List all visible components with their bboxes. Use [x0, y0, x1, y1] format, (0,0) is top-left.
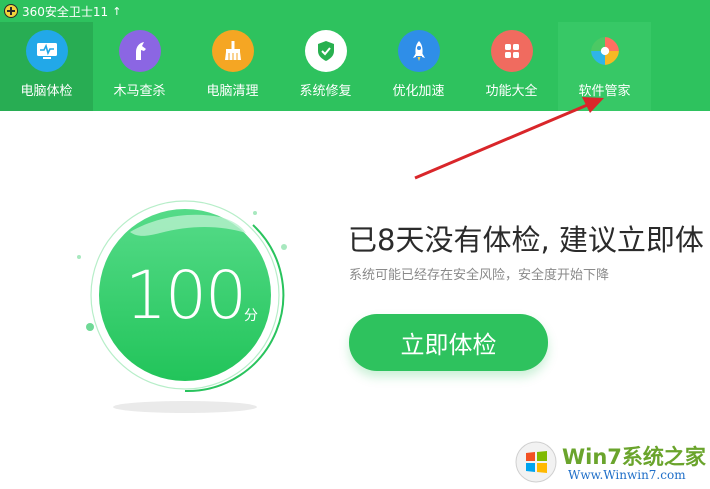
tab-trojan-scan[interactable]: 木马查杀 — [93, 22, 186, 111]
check-now-button[interactable]: 立即体检 — [349, 314, 548, 371]
tab-label: 软件管家 — [578, 84, 631, 99]
app-window: 360安全卫士11 ↑ 电脑体检 木马查杀 电脑清理 系统修复 优化加速 功能大… — [0, 0, 710, 489]
tab-pc-cleanup[interactable]: 电脑清理 — [186, 22, 279, 111]
tab-pc-checkup[interactable]: 电脑体检 — [0, 22, 93, 111]
app-title: 360安全卫士11 — [22, 4, 109, 19]
monitor-icon — [25, 30, 68, 72]
score-gauge: 100 分 — [70, 195, 300, 425]
score-unit: 分 — [244, 308, 258, 324]
tab-label: 木马查杀 — [113, 84, 166, 99]
shield-icon — [304, 30, 347, 72]
tab-label: 优化加速 — [392, 84, 445, 99]
checkup-headline: 已8天没有体检, 建议立即体 — [348, 223, 704, 257]
rocket-icon — [397, 30, 440, 72]
grid-icon — [490, 30, 533, 72]
risk-subtext: 系统可能已经存在安全风险，安全度开始下降 — [349, 268, 610, 283]
watermark: Win7系统之家 Www.Winwin7.com — [512, 437, 710, 489]
flower-icon — [584, 30, 626, 72]
tab-system-repair[interactable]: 系统修复 — [279, 22, 372, 111]
score-value: 100 — [125, 257, 247, 334]
upgrade-arrow-icon[interactable]: ↑ — [112, 6, 121, 17]
title-bar: 360安全卫士11 ↑ — [0, 0, 710, 22]
tab-software-manager[interactable]: 软件管家 — [558, 22, 651, 111]
360-logo-icon — [4, 4, 18, 18]
tab-label: 电脑体检 — [20, 84, 73, 99]
header-bar: 360安全卫士11 ↑ 电脑体检 木马查杀 电脑清理 系统修复 优化加速 功能大… — [0, 0, 710, 111]
tab-label: 电脑清理 — [206, 84, 259, 99]
tab-optimize-speedup[interactable]: 优化加速 — [372, 22, 465, 111]
watermark-title: Win7系统之家 — [562, 445, 706, 469]
broom-icon — [211, 30, 254, 72]
tab-label: 功能大全 — [485, 84, 538, 99]
windows-logo-icon — [515, 441, 557, 483]
horse-icon — [118, 30, 161, 72]
tab-feature-center[interactable]: 功能大全 — [465, 22, 558, 111]
tab-label: 系统修复 — [299, 84, 352, 99]
watermark-url: Www.Winwin7.com — [568, 468, 686, 482]
main-toolbar: 电脑体检 木马查杀 电脑清理 系统修复 优化加速 功能大全 软件管家 — [0, 22, 710, 111]
